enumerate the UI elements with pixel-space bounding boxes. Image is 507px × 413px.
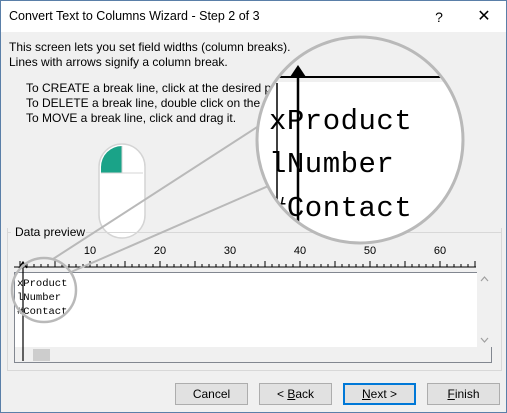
intro-line-2: Lines with arrows signify a column break… [9,55,228,69]
cancel-button[interactable]: Cancel [175,383,248,405]
ruler-scale [14,261,476,268]
magnified-row: #Contact [269,192,412,225]
intro-text: This screen lets you set field widths (c… [9,40,290,70]
back-button-label: ack [295,387,315,401]
horizontal-scroll-thumb[interactable] [33,349,50,361]
preview-rows: xProduct lNumber #Contact [17,277,67,319]
data-preview-label: Data preview [14,225,87,239]
wizard-window: Convert Text to Columns Wizard - Step 2 … [0,0,507,413]
finish-button-accesskey: F [447,387,455,401]
finish-button[interactable]: Finish [427,383,500,405]
next-button[interactable]: Next > [343,383,416,405]
close-button[interactable]: ✕ [467,5,501,29]
intro-line-1: This screen lets you set field widths (c… [9,40,291,54]
magnified-row: xProduct [269,105,412,138]
preview-row: #Contact [17,306,68,318]
instruction-create: To CREATE a break line, click at the des… [26,81,287,95]
preview-row: xProduct [17,278,68,290]
title-bar[interactable]: Convert Text to Columns Wizard - Step 2 … [1,1,506,32]
mouse-icon [98,143,146,239]
instruction-move: To MOVE a break line, click and drag it. [26,111,237,125]
mouse-left-button [101,146,122,173]
next-button-label: ext > [370,387,398,401]
finish-button-label: inish [454,387,480,401]
back-button[interactable]: < Back [259,383,332,405]
horizontal-scrollbar[interactable] [14,347,492,363]
preview-row: lNumber [17,292,62,304]
column-ruler[interactable]: 10 20 30 40 50 60 [14,245,476,271]
back-button-prefix: < [276,387,288,401]
next-button-accesskey: N [361,387,371,401]
help-button[interactable]: ? [429,7,449,27]
magnified-row: lNumber [269,148,394,181]
vertical-scrollbar[interactable] [477,272,492,347]
instructions: To CREATE a break line, click at the des… [26,81,287,126]
instruction-delete: To DELETE a break line, double click on … [26,96,276,110]
window-title: Convert Text to Columns Wizard - Step 2 … [9,9,260,23]
